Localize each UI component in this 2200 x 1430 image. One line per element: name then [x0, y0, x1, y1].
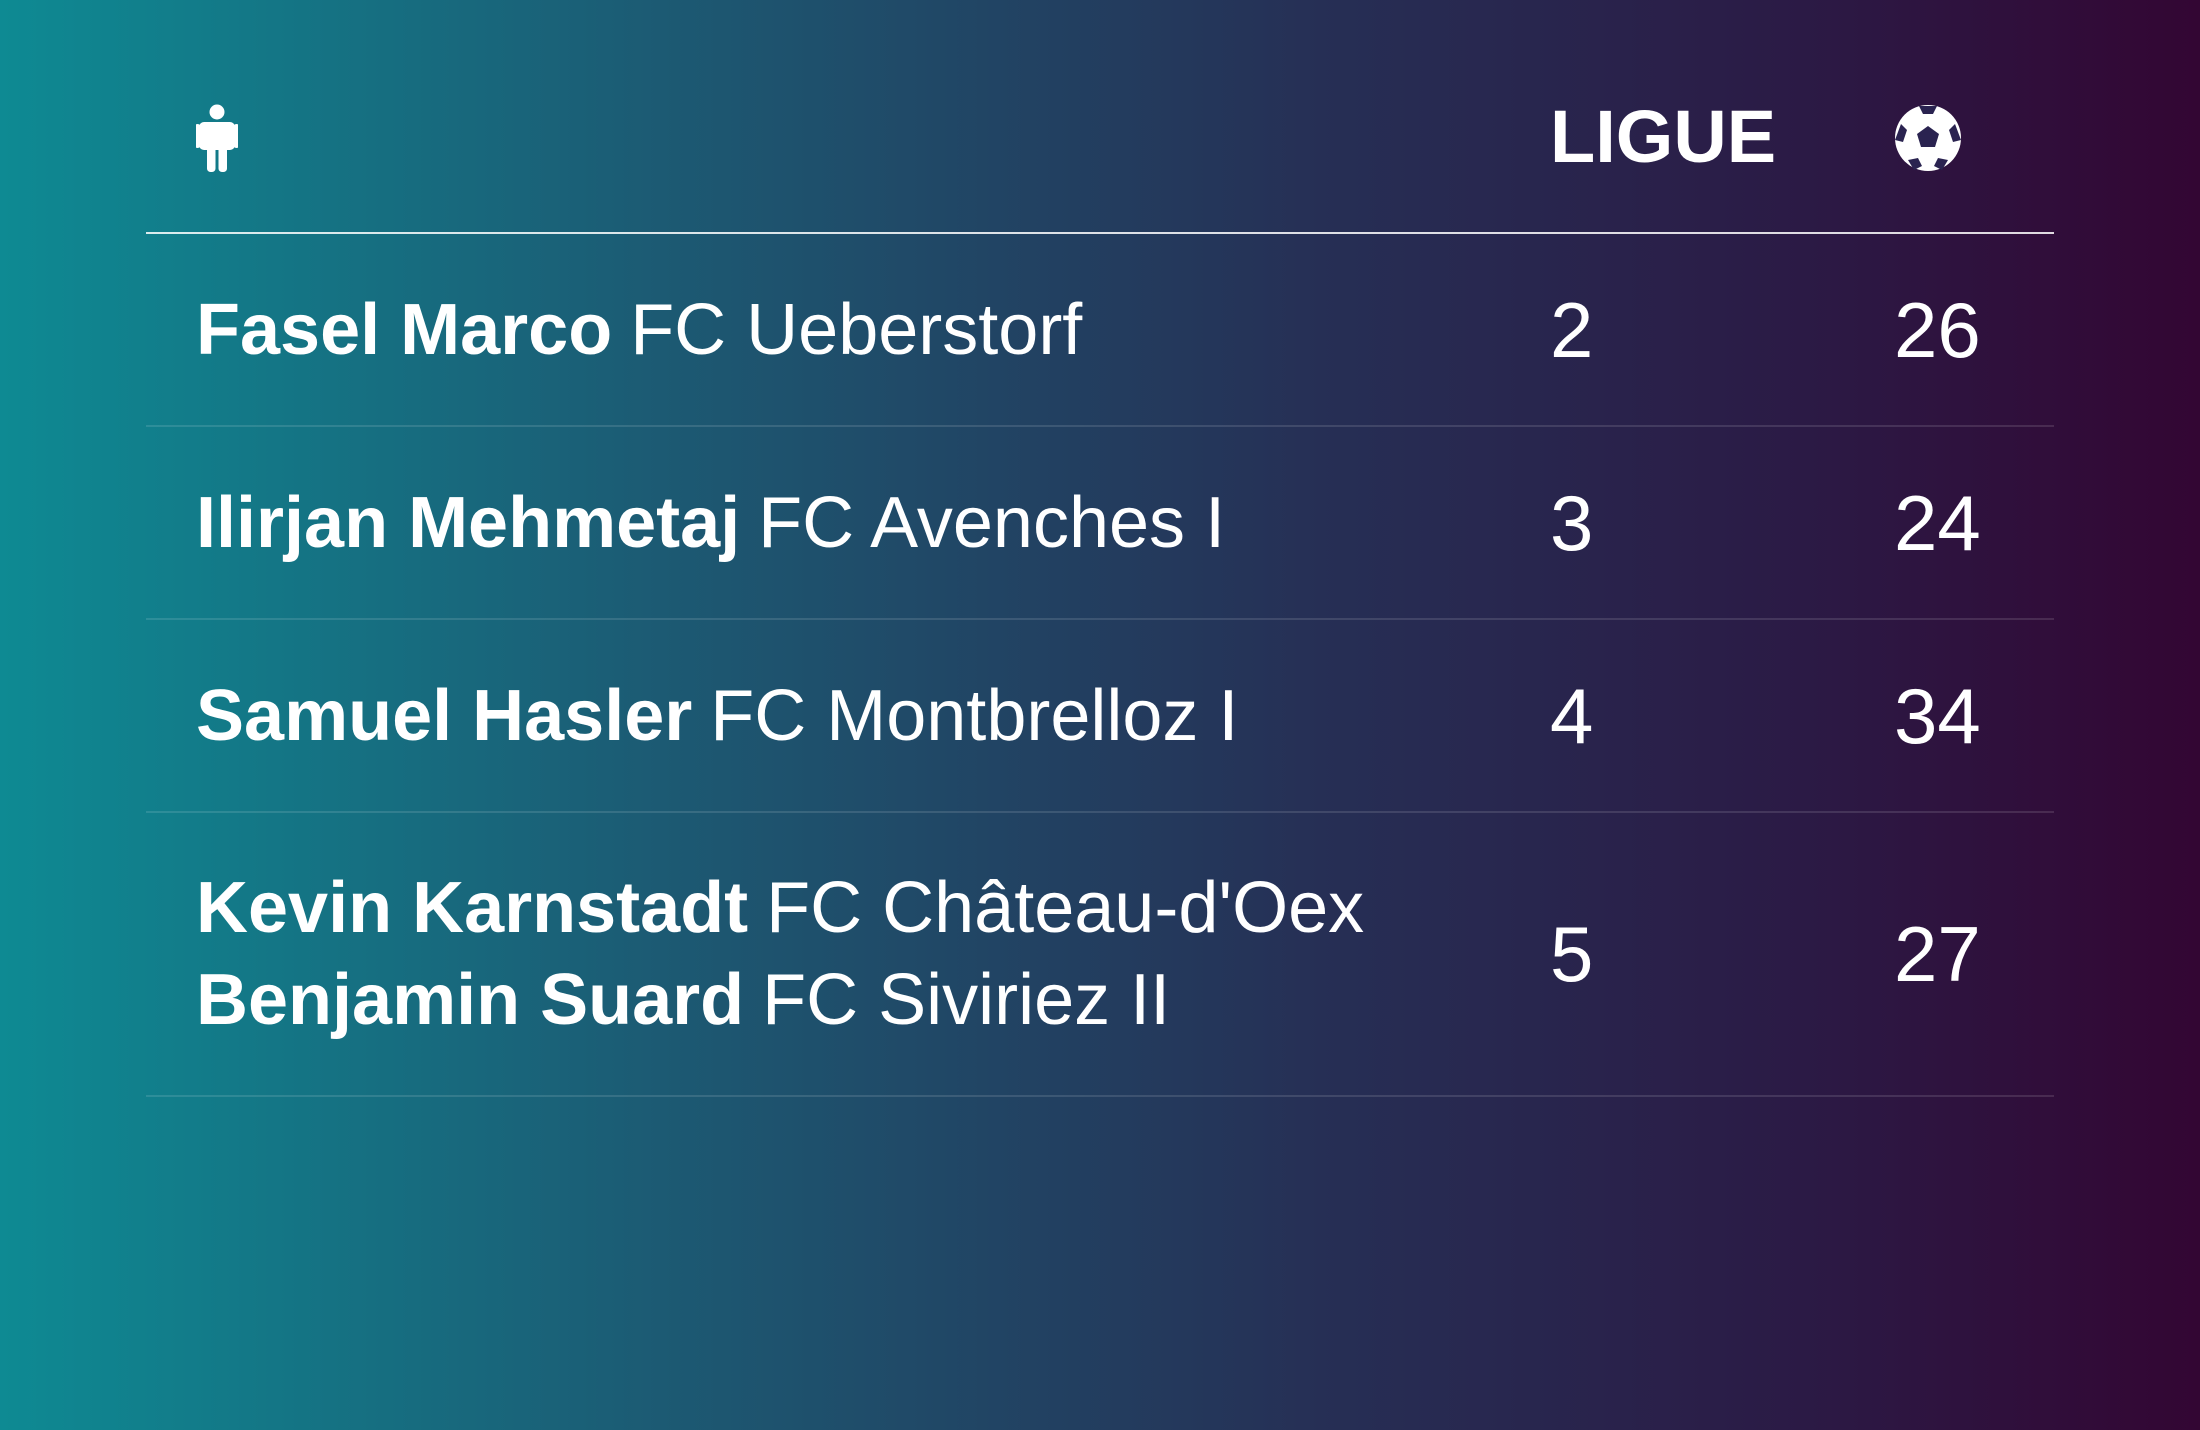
player-name: Fasel Marco	[196, 289, 613, 370]
players-cell: Kevin Karnstadt FC Château-d'Oex Benjamin…	[196, 862, 1364, 1046]
club-name: FC Château-d'Oex	[766, 868, 1365, 948]
ligue-value: 4	[1550, 671, 1594, 760]
scorers-table: LIGUE Fasel Marco FC Ueberstorf 2 26 Ilir…	[146, 0, 2054, 1097]
ligue-value: 3	[1550, 478, 1594, 567]
goals-value: 24	[1894, 478, 1981, 567]
goals-value: 26	[1894, 285, 1981, 374]
player-line: Samuel Hasler FC Montbrelloz I	[196, 670, 1238, 762]
ligue-column-header: LIGUE	[1550, 95, 1777, 178]
player-line: Ilirjan Mehmetaj FC Avenches I	[196, 477, 1225, 569]
player-name: Benjamin Suard	[196, 960, 745, 1040]
club-name: FC Avenches I	[758, 482, 1226, 563]
club-name: FC Ueberstorf	[630, 289, 1083, 370]
players-cell: Ilirjan Mehmetaj FC Avenches I	[196, 477, 1225, 569]
player-line: Benjamin Suard FC Siviriez II	[196, 954, 1364, 1046]
table-row: Ilirjan Mehmetaj FC Avenches I 3 24	[146, 427, 2054, 620]
goals-value: 34	[1894, 671, 1981, 760]
players-cell: Fasel Marco FC Ueberstorf	[196, 284, 1082, 376]
table-row: Samuel Hasler FC Montbrelloz I 4 34	[146, 620, 2054, 813]
table-header: LIGUE	[146, 0, 2054, 234]
soccer-ball-icon	[1895, 105, 1961, 171]
ligue-value: 2	[1550, 285, 1594, 374]
ligue-value: 5	[1550, 910, 1594, 998]
goals-value: 27	[1894, 910, 1981, 998]
player-name: Samuel Hasler	[196, 675, 693, 756]
table-row: Fasel Marco FC Ueberstorf 2 26	[146, 234, 2054, 427]
players-cell: Samuel Hasler FC Montbrelloz I	[196, 670, 1238, 762]
club-name: FC Siviriez II	[762, 960, 1171, 1040]
person-icon	[196, 104, 238, 172]
player-name: Ilirjan Mehmetaj	[196, 482, 741, 563]
player-line: Kevin Karnstadt FC Château-d'Oex	[196, 862, 1364, 954]
player-name: Kevin Karnstadt	[196, 868, 749, 948]
table-row: Kevin Karnstadt FC Château-d'Oex Benjamin…	[146, 813, 2054, 1097]
club-name: FC Montbrelloz I	[710, 675, 1239, 756]
player-line: Fasel Marco FC Ueberstorf	[196, 284, 1082, 376]
